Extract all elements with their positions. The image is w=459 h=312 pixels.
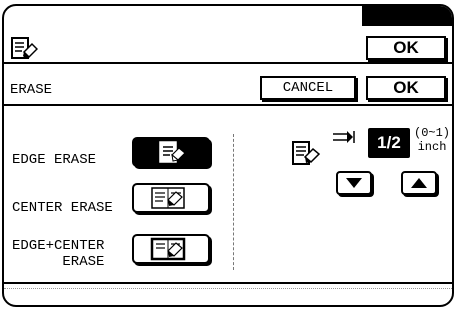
edge-erase-label: EDGE ERASE [12,152,97,168]
edge-center-erase-label: EDGE+CENTER ERASE [12,238,104,270]
increase-width-button[interactable] [401,171,437,195]
display-panel: OK ERASE CANCEL OK EDGE ERASE CENTER ERA… [2,4,454,307]
section-divider [233,134,234,270]
down-arrow-icon [346,178,362,188]
edge-center-erase-button[interactable] [132,234,210,264]
status-corner [362,6,452,26]
width-range-text: (0~1) [414,126,451,140]
center-erase-button[interactable] [132,183,210,213]
erase-mode-icon [11,37,38,59]
width-arrow-icon [333,131,355,143]
width-range-label: (0~1) inch [414,126,450,154]
erase-width-icon [292,141,321,165]
header-ok-button[interactable]: OK [366,36,446,60]
screen-title: ERASE [10,82,53,98]
title-divider [4,104,452,106]
edge-center-erase-icon [150,237,186,261]
footer-dotted-divider [4,288,452,289]
header-divider [4,62,452,64]
edge-erase-icon [159,141,186,163]
edge-center-erase-label-line2: ERASE [62,254,105,270]
decrease-width-button[interactable] [336,171,372,195]
edge-erase-button[interactable] [132,137,210,167]
edge-center-erase-label-line1: EDGE+CENTER [12,238,105,254]
center-erase-label: CENTER ERASE [12,200,113,216]
width-value-display: 1/2 [368,128,410,158]
width-unit-text: inch [417,140,447,154]
up-arrow-icon [411,178,427,188]
center-erase-icon [151,187,185,209]
cancel-button[interactable]: CANCEL [260,76,356,100]
footer-divider [4,282,452,284]
ok-button[interactable]: OK [366,76,446,100]
